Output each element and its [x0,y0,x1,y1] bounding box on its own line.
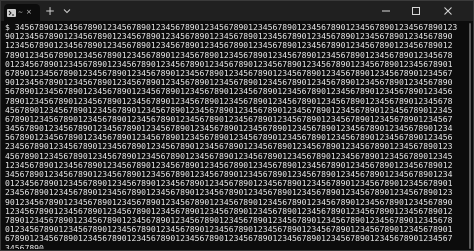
tab-close-button[interactable]: × [26,9,32,16]
terminal-line: 34567890 [5,242,44,249]
terminal-output[interactable]: $ 34567890123456789012345678901234567890… [5,23,467,249]
maximize-icon [412,7,420,15]
close-button[interactable] [435,1,461,21]
maximize-button[interactable] [403,1,429,21]
scrollbar[interactable] [468,23,472,249]
scrollbar-thumb[interactable] [469,23,471,249]
minimize-icon [382,10,390,12]
terminal-window: ~ × + $ 34567890123456789012345678901234… [0,0,474,251]
terminal-icon [7,8,16,17]
tab-dropdown-button[interactable] [61,4,73,18]
tab-title: ~ [18,9,24,16]
close-icon [444,7,452,15]
minimize-button[interactable] [373,1,399,21]
title-bar[interactable]: ~ × + [1,1,473,21]
new-tab-button[interactable]: + [43,4,57,18]
terminal-line: 6789012345678901234567890123456789012345… [5,233,453,244]
chevron-down-icon [63,9,71,14]
tab-terminal[interactable]: ~ × [4,4,40,21]
